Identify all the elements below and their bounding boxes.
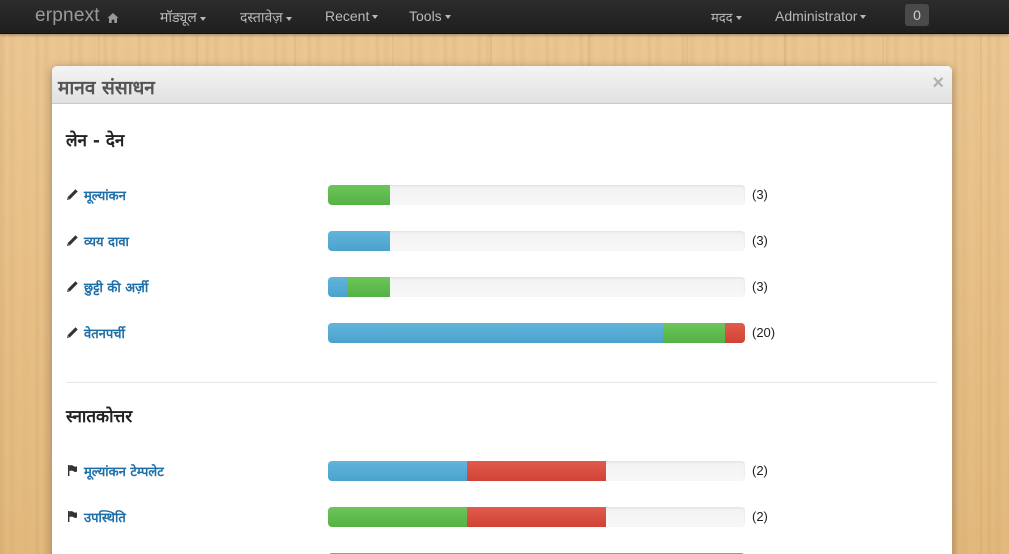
progress-segment-blue [328,323,663,343]
top-navbar: erpnext मॉड्यूल दस्तावेज़ Recent Tools म… [0,0,1009,34]
progress-segment-green [328,185,390,205]
progress-bar [328,461,745,481]
doc-count: (2) [752,509,768,524]
pencil-icon [67,235,78,246]
flag-icon [68,465,77,476]
section-title-masters: स्नातकोत्तर [66,407,133,427]
menu-documents[interactable]: दस्तावेज़ [240,8,292,27]
brand-logo[interactable]: erpnext [35,5,119,27]
menu-tools-label: Tools [409,8,442,24]
section-divider [66,382,937,383]
doc-count: (3) [752,279,768,294]
menu-recent[interactable]: Recent [325,8,379,24]
brand-name: erpnext [35,5,100,26]
chevron-down-icon [735,16,742,20]
doc-link[interactable]: मूल्यांकन [84,186,126,204]
close-button[interactable]: × [932,72,944,95]
doc-link[interactable]: छुट्टी की अर्ज़ी [84,278,148,296]
chevron-down-icon [372,15,379,19]
chevron-down-icon [285,16,292,21]
progress-segment-green [328,507,467,527]
menu-recent-label: Recent [325,8,370,24]
page-title: मानव संसाधन [58,77,155,99]
menu-help-label: मदद [711,10,733,25]
list-item: छुट्टी की अर्ज़ी (3) [66,277,926,297]
progress-bar [328,231,745,251]
chevron-down-icon [860,15,867,19]
progress-segment-blue [328,277,349,297]
doc-link[interactable]: मूल्यांकन टेम्पलेट [84,462,164,480]
list-item: उपस्थिति (2) [66,507,926,527]
progress-segment-blue [328,231,390,251]
progress-bar [328,507,745,527]
section-title-transactions: लेन - देन [66,131,125,151]
flag-icon [68,511,77,522]
progress-segment-red [724,323,745,343]
list-item: मूल्यांकन (3) [66,185,926,205]
module-card: मानव संसाधन × लेन - देन मूल्यांकन (3) व्… [52,66,952,554]
progress-segment-green [348,277,390,297]
pencil-icon [67,189,78,200]
menu-modules[interactable]: मॉड्यूल [160,8,206,27]
list-item: वेतनपर्ची (20) [66,323,926,343]
menu-help[interactable]: मदद [711,8,742,26]
doc-link[interactable]: उपस्थिति [84,508,126,526]
doc-count: (20) [752,325,776,340]
doc-link[interactable]: वेतनपर्ची [84,324,125,342]
list-item: मूल्यांकन टेम्पलेट (2) [66,461,926,481]
pencil-icon [67,281,78,292]
menu-user-label: Administrator [775,8,858,24]
home-icon [107,12,119,23]
doc-link[interactable]: व्यय दावा [84,232,129,250]
progress-bar [328,185,745,205]
progress-segment-green [662,323,725,343]
menu-tools[interactable]: Tools [409,8,451,24]
menu-documents-label: दस्तावेज़ [240,9,283,25]
menu-user[interactable]: Administrator [775,8,867,24]
progress-segment-red [466,507,606,527]
doc-count: (3) [752,187,768,202]
progress-bar [328,277,745,297]
list-item: व्यय दावा (3) [66,231,926,251]
chevron-down-icon [199,16,206,21]
doc-count: (2) [752,463,768,478]
chevron-down-icon [444,15,451,19]
doc-count: (3) [752,233,768,248]
card-header: मानव संसाधन × [52,66,952,104]
progress-bar [328,323,745,343]
progress-segment-blue [328,461,467,481]
menu-modules-label: मॉड्यूल [160,9,197,25]
progress-segment-red [466,461,606,481]
notification-count-badge[interactable]: 0 [905,4,929,26]
pencil-icon [67,327,78,338]
